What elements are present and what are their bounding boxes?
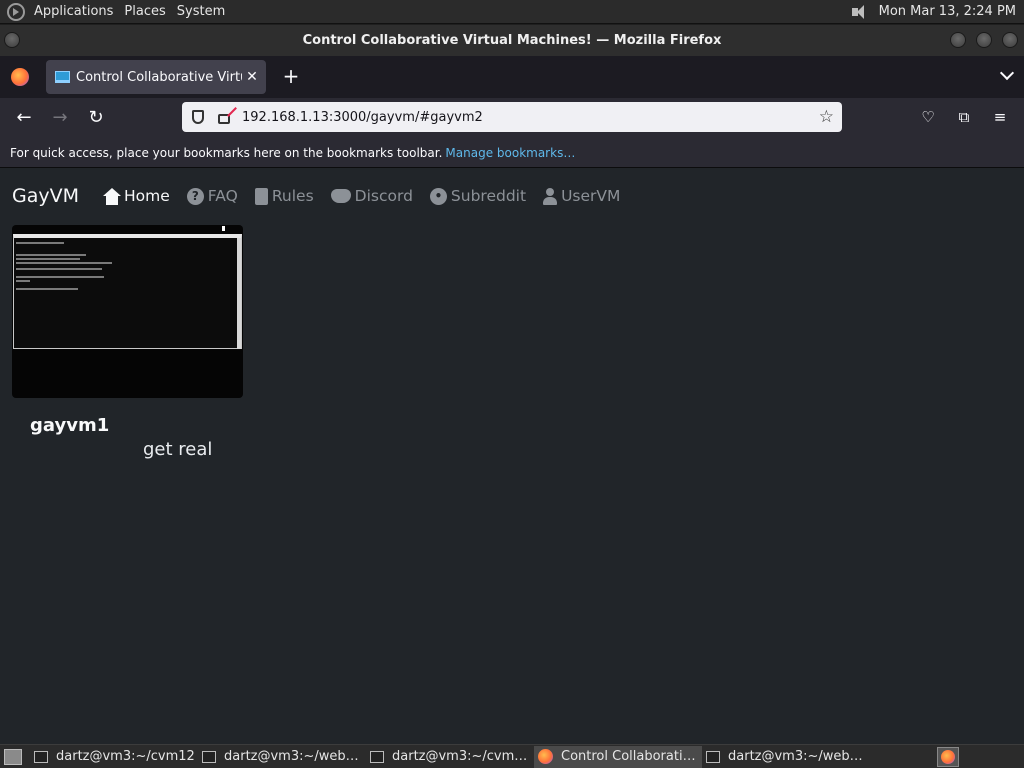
tab-title: Control Collaborative Virtual Machines! [76, 69, 242, 85]
nav-discord[interactable]: Discord [330, 187, 413, 205]
tab-close-button[interactable]: ✕ [242, 69, 262, 85]
vm-card[interactable]: gayvm1 get real [12, 225, 243, 460]
back-button[interactable]: ← [13, 107, 35, 129]
nav-home[interactable]: Home [103, 187, 170, 205]
site-brand[interactable]: GayVM [12, 185, 79, 207]
distro-logo-icon[interactable] [7, 2, 25, 21]
nav-uservm[interactable]: UserVM [543, 187, 620, 205]
monitor-icon [55, 71, 70, 83]
system-menus: Applications Places System [0, 0, 233, 24]
url-input[interactable]: 192.168.1.13:3000/gayvm/#gayvm2 [242, 110, 819, 125]
taskbar-item-label: dartz@vm3:~/cvm12 [56, 749, 195, 764]
bookmarks-hint: For quick access, place your bookmarks h… [10, 145, 443, 160]
bookmarks-toolbar: For quick access, place your bookmarks h… [0, 138, 1024, 168]
terminal-icon [34, 750, 48, 763]
nav-home-label: Home [124, 187, 170, 205]
site-navbar: GayVM Home ? FAQ Rules Discord • Subredd… [0, 168, 1024, 224]
menu-applications[interactable]: Applications [31, 4, 121, 19]
discord-icon [330, 189, 351, 203]
address-bar[interactable]: 192.168.1.13:3000/gayvm/#gayvm2 ☆ [182, 102, 842, 132]
question-icon: ? [186, 187, 204, 205]
taskbar-item-label: dartz@vm3:~/weba… [224, 749, 366, 764]
top-panel: Applications Places System Mon Mar 13, 2… [0, 0, 1024, 24]
forward-button[interactable]: → [49, 107, 71, 129]
window-title: Control Collaborative Virtual Machines! … [302, 33, 722, 48]
nav-faq-label: FAQ [207, 187, 238, 205]
maximize-icon[interactable] [976, 32, 992, 48]
user-icon [543, 187, 558, 205]
firefox-icon[interactable] [11, 68, 29, 86]
vm-console-window [13, 234, 242, 349]
terminal-icon [706, 750, 720, 763]
window-menu-icon[interactable] [4, 32, 20, 48]
nav-rules[interactable]: Rules [254, 187, 314, 205]
nav-subreddit[interactable]: • Subreddit [429, 187, 527, 205]
vm-name: gayvm1 [30, 415, 110, 436]
cursor-icon [222, 226, 225, 231]
nav-faq[interactable]: ? FAQ [186, 187, 238, 205]
vm-description: get real [143, 439, 213, 460]
home-icon [103, 187, 122, 205]
nav-discord-label: Discord [354, 187, 413, 205]
menu-system[interactable]: System [174, 4, 233, 19]
nav-uservm-label: UserVM [561, 187, 621, 205]
reddit-icon: • [429, 187, 447, 205]
taskbar-item[interactable]: dartz@vm3:~/cvm12 [30, 746, 198, 768]
bookmark-star-icon[interactable]: ☆ [819, 107, 834, 127]
taskbar-item-label: dartz@vm3:~/cvm1… [392, 749, 534, 764]
nav-subreddit-label: Subreddit [450, 187, 527, 205]
pocket-icon[interactable]: ♡ [918, 107, 938, 127]
window-titlebar[interactable]: Control Collaborative Virtual Machines! … [0, 25, 1024, 56]
insecure-lock-icon[interactable] [218, 114, 230, 124]
terminal-icon [202, 750, 216, 763]
tray-firefox-icon[interactable] [937, 747, 959, 767]
taskbar-item[interactable]: dartz@vm3:~/weba… [198, 746, 366, 768]
taskbar-item-active[interactable]: Control Collaborati… [534, 745, 702, 768]
tab-active[interactable]: Control Collaborative Virtual Machines! … [46, 60, 266, 94]
taskbar-item-label: Control Collaborati… [561, 749, 696, 764]
manage-bookmarks-link[interactable]: Manage bookmarks… [445, 146, 575, 160]
clipboard-icon [254, 187, 268, 205]
vm-thumbnail[interactable] [12, 225, 243, 398]
tab-bar: Control Collaborative Virtual Machines! … [0, 56, 1024, 98]
close-window-icon[interactable] [1002, 32, 1018, 48]
taskbar-item[interactable]: dartz@vm3:~/weba… [702, 746, 870, 768]
taskbar-item-label: dartz@vm3:~/weba… [728, 749, 870, 764]
hamburger-menu-icon[interactable]: ≡ [990, 107, 1010, 127]
shield-icon[interactable] [192, 110, 204, 124]
extensions-icon[interactable]: ⧉ [954, 107, 974, 127]
taskbar-item[interactable]: dartz@vm3:~/cvm1… [366, 746, 534, 768]
reload-button[interactable]: ↻ [85, 107, 107, 129]
firefox-icon [538, 749, 553, 764]
page-content: GayVM Home ? FAQ Rules Discord • Subredd… [0, 168, 1024, 744]
chevron-down-icon[interactable] [999, 65, 1015, 81]
new-tab-button[interactable]: + [281, 65, 301, 87]
terminal-icon [370, 750, 384, 763]
minimize-icon[interactable] [950, 32, 966, 48]
nav-rules-label: Rules [271, 187, 314, 205]
menu-places[interactable]: Places [121, 4, 173, 19]
show-desktop-icon[interactable] [4, 748, 22, 765]
panel-clock[interactable]: Mon Mar 13, 2:24 PM [879, 4, 1016, 19]
volume-icon[interactable] [849, 3, 871, 21]
taskbar: dartz@vm3:~/cvm12 dartz@vm3:~/weba… dart… [0, 744, 1024, 768]
navigation-toolbar: ← → ↻ 192.168.1.13:3000/gayvm/#gayvm2 ☆ … [0, 98, 1024, 138]
